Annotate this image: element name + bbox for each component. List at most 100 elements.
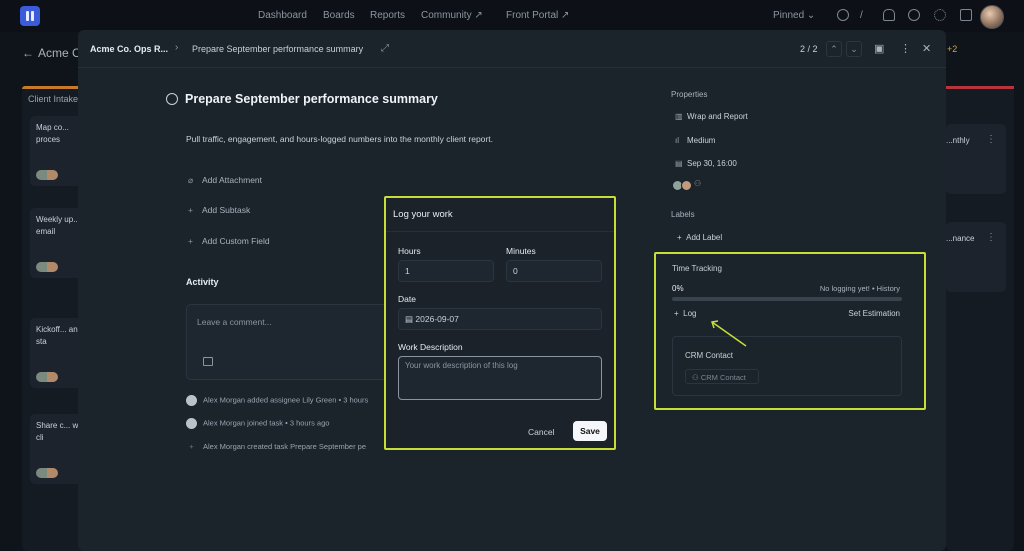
hours-input[interactable]: 1	[398, 260, 494, 282]
card-avatars	[36, 468, 58, 478]
nav-reports[interactable]: Reports	[370, 10, 405, 21]
time-tracking-percent: 0%	[672, 284, 684, 293]
card-avatars	[36, 372, 58, 382]
card-title: ...nthly	[946, 136, 970, 145]
close-icon[interactable]: ✕	[922, 42, 931, 55]
extra-members-count: +2	[947, 44, 958, 54]
add-attachment-button[interactable]: ⌀ Add Attachment	[188, 175, 262, 186]
log-text: Alex Morgan joined task • 3 hours ago	[203, 418, 330, 428]
time-tracking-status[interactable]: No logging yet! • History	[820, 284, 900, 293]
next-task-button[interactable]: ⌄	[846, 41, 862, 57]
stage-property[interactable]: ▥ Wrap and Report	[675, 112, 748, 121]
priority-bars-icon: ıl	[675, 136, 679, 145]
add-assignee-icon[interactable]: ⚇	[694, 179, 701, 188]
nav-dashboard[interactable]: Dashboard	[258, 10, 307, 21]
assignee-avatars[interactable]: ⚇	[672, 179, 702, 191]
add-subtask-label: Add Subtask	[202, 205, 251, 215]
activity-heading: Activity	[186, 277, 219, 287]
log-label: Log	[683, 309, 697, 318]
activity-log-item: + Alex Morgan created task Prepare Septem…	[186, 442, 366, 451]
priority-property[interactable]: ıl Medium	[675, 136, 715, 145]
add-label-text: Add Label	[686, 233, 723, 242]
chevron-right-icon: ›	[175, 42, 179, 53]
breadcrumb-task: Prepare September performance summary	[192, 44, 364, 54]
log-time-button[interactable]: + Log	[674, 309, 696, 318]
time-progress-bar	[672, 297, 902, 301]
date-value: 2026-09-07	[415, 314, 459, 324]
card-title: ...nance	[946, 234, 975, 243]
set-estimation-button[interactable]: Set Estimation	[848, 309, 900, 318]
due-date-value: Sep 30, 16:00	[687, 159, 737, 168]
user-icon: ⚇	[692, 373, 701, 382]
work-description-input[interactable]: Your work description of this log	[398, 356, 602, 400]
add-label-button[interactable]: + Add Label	[677, 233, 722, 242]
pinned-label: Pinned	[773, 10, 805, 21]
gear-icon[interactable]	[908, 9, 920, 21]
more-icon[interactable]: ⋮	[986, 232, 996, 243]
more-icon[interactable]: ⋮	[986, 134, 996, 145]
date-label: Date	[398, 294, 416, 304]
properties-heading: Properties	[671, 90, 708, 99]
log-text: Alex Morgan created task Prepare Septemb…	[203, 442, 367, 451]
crm-contact-field[interactable]: ⚇ CRM Contact	[685, 369, 759, 384]
board-card[interactable]: ...nance ⋮	[946, 222, 1006, 292]
column-color-bar	[946, 86, 1014, 89]
card-avatars	[36, 262, 58, 272]
image-icon[interactable]: ▣	[874, 42, 884, 55]
prev-task-button[interactable]: ⌃	[826, 41, 842, 57]
avatar	[186, 395, 197, 406]
activity-log-item: Alex Morgan joined task • 3 hours ago	[186, 418, 329, 429]
divider	[386, 231, 614, 232]
avatar	[681, 180, 692, 191]
board-card[interactable]: ...nthly ⋮	[946, 124, 1006, 194]
bell-icon[interactable]	[883, 9, 895, 21]
time-tracking-panel: Time Tracking 0% No logging yet! • Histo…	[654, 252, 926, 410]
calendar-icon: ▤	[405, 314, 416, 324]
sun-icon[interactable]	[934, 9, 946, 21]
app-logo[interactable]	[20, 6, 40, 26]
slash-shortcut-icon: /	[860, 10, 863, 21]
comment-box[interactable]: Leave a comment...	[186, 304, 406, 380]
hours-label: Hours	[398, 246, 421, 256]
stage-icon: ▥	[675, 112, 683, 121]
due-date-property[interactable]: ▤ Sep 30, 16:00	[675, 159, 737, 168]
crm-contact-value: CRM Contact	[700, 373, 746, 382]
plus-icon: +	[188, 205, 193, 215]
image-upload-icon[interactable]	[203, 357, 213, 366]
search-icon[interactable]	[837, 9, 849, 21]
task-modal: Acme Co. Ops R... › Prepare September pe…	[78, 30, 946, 551]
work-description-label: Work Description	[398, 342, 463, 352]
minutes-input[interactable]: 0	[506, 260, 602, 282]
date-input[interactable]: ▤ 2026-09-07	[398, 308, 602, 330]
labels-heading: Labels	[671, 210, 695, 219]
priority-value: Medium	[687, 136, 716, 145]
dialog-title: Log your work	[393, 209, 453, 220]
pinned-dropdown[interactable]: Pinned ⌄	[773, 10, 815, 21]
stage-value: Wrap and Report	[687, 112, 748, 121]
cancel-button[interactable]: Cancel	[528, 427, 554, 437]
nav-boards[interactable]: Boards	[323, 10, 355, 21]
breadcrumb-project[interactable]: Acme Co. Ops R...	[90, 44, 168, 54]
nav-community[interactable]: Community ↗	[421, 10, 483, 21]
plus-icon: +	[189, 442, 194, 451]
board-title: Acme C	[38, 46, 81, 60]
add-custom-field-button[interactable]: + Add Custom Field	[188, 236, 270, 246]
fullscreen-icon[interactable]	[960, 9, 972, 21]
minutes-label: Minutes	[506, 246, 536, 256]
plus-icon: +	[677, 233, 687, 242]
task-description[interactable]: Pull traffic, engagement, and hours-logg…	[186, 134, 493, 144]
nav-front-portal[interactable]: Front Portal ↗	[506, 10, 569, 21]
task-status-circle[interactable]	[166, 93, 178, 105]
crm-contact-label: CRM Contact	[685, 351, 734, 360]
calendar-icon: ▤	[675, 159, 683, 168]
back-arrow-icon[interactable]: ←	[22, 46, 34, 60]
save-button[interactable]: Save	[573, 421, 607, 441]
more-icon[interactable]: ⋮	[900, 42, 911, 55]
add-subtask-button[interactable]: + Add Subtask	[188, 205, 250, 215]
expand-icon[interactable]: ⤢	[381, 43, 389, 54]
top-navbar: Dashboard Boards Reports Community ↗ Fro…	[0, 0, 1024, 32]
task-title[interactable]: Prepare September performance summary	[185, 92, 438, 106]
user-avatar[interactable]	[980, 5, 1004, 29]
task-pager: 2 / 2	[800, 44, 818, 54]
plus-icon: +	[674, 309, 684, 318]
